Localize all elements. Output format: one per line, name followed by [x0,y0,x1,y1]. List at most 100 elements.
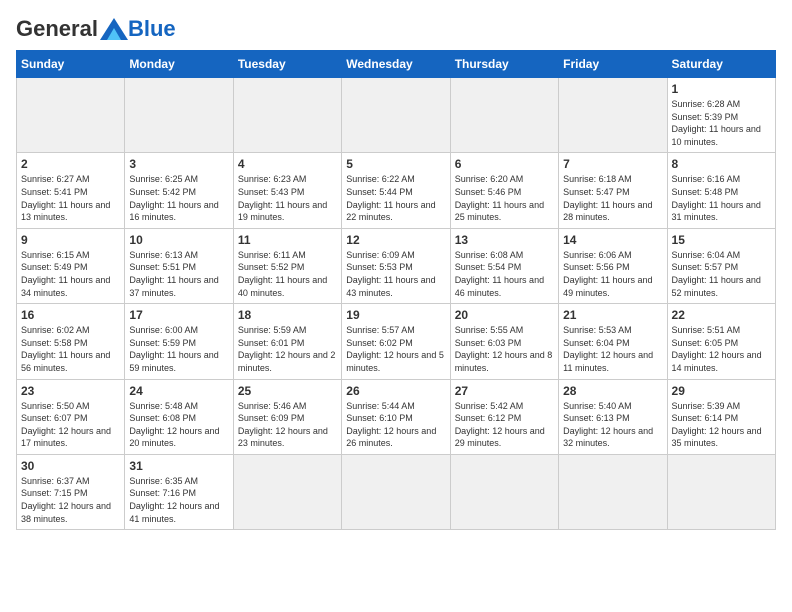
calendar-cell [559,454,667,529]
calendar-cell: 3 Sunrise: 6:25 AM Sunset: 5:42 PM Daylig… [125,153,233,228]
calendar-cell [342,78,450,153]
day-number: 17 [129,308,228,322]
logo-blue-text: Blue [128,16,176,42]
day-number: 3 [129,157,228,171]
logo: General Blue [16,16,176,42]
day-number: 21 [563,308,662,322]
day-number: 7 [563,157,662,171]
col-header-wednesday: Wednesday [342,51,450,78]
col-header-sunday: Sunday [17,51,125,78]
day-number: 15 [672,233,771,247]
calendar-week-row: 9 Sunrise: 6:15 AM Sunset: 5:49 PM Daylig… [17,228,776,303]
day-info: Sunrise: 6:35 AM Sunset: 7:16 PM Dayligh… [129,475,228,525]
day-info: Sunrise: 6:13 AM Sunset: 5:51 PM Dayligh… [129,249,228,299]
calendar-cell: 23Sunrise: 5:50 AM Sunset: 6:07 PM Dayli… [17,379,125,454]
day-info: Sunrise: 5:46 AM Sunset: 6:09 PM Dayligh… [238,400,337,450]
calendar-cell [450,78,558,153]
calendar-cell: 15Sunrise: 6:04 AM Sunset: 5:57 PM Dayli… [667,228,775,303]
day-info: Sunrise: 5:51 AM Sunset: 6:05 PM Dayligh… [672,324,771,374]
col-header-thursday: Thursday [450,51,558,78]
calendar-cell: 10 Sunrise: 6:13 AM Sunset: 5:51 PM Dayli… [125,228,233,303]
calendar-cell: 7 Sunrise: 6:18 AM Sunset: 5:47 PM Daylig… [559,153,667,228]
day-number: 14 [563,233,662,247]
calendar-cell: 12 Sunrise: 6:09 AM Sunset: 5:53 PM Dayli… [342,228,450,303]
calendar-cell: 27Sunrise: 5:42 AM Sunset: 6:12 PM Dayli… [450,379,558,454]
day-number: 12 [346,233,445,247]
calendar-cell: 31 Sunrise: 6:35 AM Sunset: 7:16 PM Dayli… [125,454,233,529]
calendar-header-row: SundayMondayTuesdayWednesdayThursdayFrid… [17,51,776,78]
day-info: Sunrise: 6:09 AM Sunset: 5:53 PM Dayligh… [346,249,445,299]
logo-icon [100,18,128,40]
calendar-cell: 14 Sunrise: 6:06 AM Sunset: 5:56 PM Dayli… [559,228,667,303]
calendar-week-row: 23Sunrise: 5:50 AM Sunset: 6:07 PM Dayli… [17,379,776,454]
calendar-week-row: 2Sunrise: 6:27 AM Sunset: 5:41 PM Daylig… [17,153,776,228]
calendar-cell [125,78,233,153]
day-info: Sunrise: 5:48 AM Sunset: 6:08 PM Dayligh… [129,400,228,450]
col-header-monday: Monday [125,51,233,78]
calendar-cell: 28 Sunrise: 5:40 AM Sunset: 6:13 PM Dayli… [559,379,667,454]
calendar-cell: 16Sunrise: 6:02 AM Sunset: 5:58 PM Dayli… [17,304,125,379]
day-info: Sunrise: 6:27 AM Sunset: 5:41 PM Dayligh… [21,173,120,223]
day-info: Sunrise: 6:11 AM Sunset: 5:52 PM Dayligh… [238,249,337,299]
day-number: 20 [455,308,554,322]
calendar-cell: 8Sunrise: 6:16 AM Sunset: 5:48 PM Daylig… [667,153,775,228]
day-info: Sunrise: 5:53 AM Sunset: 6:04 PM Dayligh… [563,324,662,374]
calendar-cell: 21 Sunrise: 5:53 AM Sunset: 6:04 PM Dayli… [559,304,667,379]
day-number: 19 [346,308,445,322]
day-number: 29 [672,384,771,398]
day-info: Sunrise: 6:37 AM Sunset: 7:15 PM Dayligh… [21,475,120,525]
day-info: Sunrise: 6:00 AM Sunset: 5:59 PM Dayligh… [129,324,228,374]
calendar-cell: 11 Sunrise: 6:11 AM Sunset: 5:52 PM Dayli… [233,228,341,303]
calendar-cell: 19Sunrise: 5:57 AM Sunset: 6:02 PM Dayli… [342,304,450,379]
day-info: Sunrise: 6:20 AM Sunset: 5:46 PM Dayligh… [455,173,554,223]
calendar-cell: 6Sunrise: 6:20 AM Sunset: 5:46 PM Daylig… [450,153,558,228]
day-info: Sunrise: 5:42 AM Sunset: 6:12 PM Dayligh… [455,400,554,450]
logo-general-text: General [16,16,98,42]
calendar-cell: 9 Sunrise: 6:15 AM Sunset: 5:49 PM Daylig… [17,228,125,303]
calendar-cell [450,454,558,529]
calendar-cell [667,454,775,529]
calendar-cell [342,454,450,529]
calendar-cell: 26 Sunrise: 5:44 AM Sunset: 6:10 PM Dayli… [342,379,450,454]
calendar-cell [17,78,125,153]
day-info: Sunrise: 6:23 AM Sunset: 5:43 PM Dayligh… [238,173,337,223]
day-info: Sunrise: 6:22 AM Sunset: 5:44 PM Dayligh… [346,173,445,223]
col-header-friday: Friday [559,51,667,78]
day-info: Sunrise: 6:02 AM Sunset: 5:58 PM Dayligh… [21,324,120,374]
day-number: 22 [672,308,771,322]
calendar-cell [233,78,341,153]
day-info: Sunrise: 6:25 AM Sunset: 5:42 PM Dayligh… [129,173,228,223]
header: General Blue [16,16,776,42]
calendar-cell: 24 Sunrise: 5:48 AM Sunset: 6:08 PM Dayli… [125,379,233,454]
calendar-cell [233,454,341,529]
calendar-cell: 1Sunrise: 6:28 AM Sunset: 5:39 PM Daylig… [667,78,775,153]
day-number: 25 [238,384,337,398]
day-info: Sunrise: 5:44 AM Sunset: 6:10 PM Dayligh… [346,400,445,450]
calendar-table: SundayMondayTuesdayWednesdayThursdayFrid… [16,50,776,530]
day-number: 10 [129,233,228,247]
day-info: Sunrise: 6:15 AM Sunset: 5:49 PM Dayligh… [21,249,120,299]
day-number: 9 [21,233,120,247]
day-info: Sunrise: 5:40 AM Sunset: 6:13 PM Dayligh… [563,400,662,450]
calendar-week-row: 1Sunrise: 6:28 AM Sunset: 5:39 PM Daylig… [17,78,776,153]
day-number: 31 [129,459,228,473]
day-info: Sunrise: 6:18 AM Sunset: 5:47 PM Dayligh… [563,173,662,223]
calendar-week-row: 30 Sunrise: 6:37 AM Sunset: 7:15 PM Dayli… [17,454,776,529]
day-number: 26 [346,384,445,398]
day-info: Sunrise: 5:50 AM Sunset: 6:07 PM Dayligh… [21,400,120,450]
day-info: Sunrise: 6:16 AM Sunset: 5:48 PM Dayligh… [672,173,771,223]
day-number: 30 [21,459,120,473]
day-number: 24 [129,384,228,398]
day-number: 1 [672,82,771,96]
calendar-cell: 18Sunrise: 5:59 AM Sunset: 6:01 PM Dayli… [233,304,341,379]
day-info: Sunrise: 6:08 AM Sunset: 5:54 PM Dayligh… [455,249,554,299]
day-info: Sunrise: 6:06 AM Sunset: 5:56 PM Dayligh… [563,249,662,299]
day-info: Sunrise: 5:55 AM Sunset: 6:03 PM Dayligh… [455,324,554,374]
calendar-cell [559,78,667,153]
day-number: 28 [563,384,662,398]
day-number: 18 [238,308,337,322]
day-number: 11 [238,233,337,247]
day-info: Sunrise: 5:39 AM Sunset: 6:14 PM Dayligh… [672,400,771,450]
calendar-cell: 5Sunrise: 6:22 AM Sunset: 5:44 PM Daylig… [342,153,450,228]
calendar-cell: 30 Sunrise: 6:37 AM Sunset: 7:15 PM Dayli… [17,454,125,529]
